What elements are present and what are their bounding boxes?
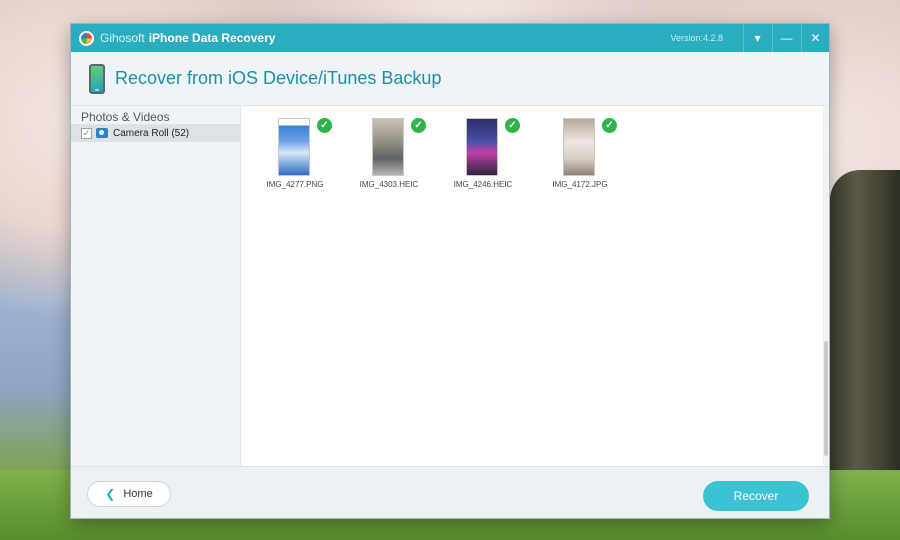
home-button-label: Home (123, 488, 153, 500)
page-header: Recover from iOS Device/iTunes Backup (71, 52, 829, 106)
photo-filename: IMG_4277.PNG (266, 180, 324, 189)
sidebar-item-label: Camera Roll (52) (113, 127, 190, 139)
check-icon[interactable]: ✓ (411, 118, 426, 133)
category-label: Photos & Videos (81, 110, 170, 124)
check-icon[interactable]: ✓ (317, 118, 332, 133)
sidebar-item-camera-roll[interactable]: ✓ Camera Roll (52) (71, 124, 240, 142)
photo-thumbnail[interactable] (372, 118, 404, 176)
scrollbar-thumb[interactable] (824, 341, 828, 456)
home-button[interactable]: ❮ Home (87, 481, 171, 507)
recover-button[interactable]: Recover (703, 481, 809, 511)
footer-bar: ❮ Home Recover (71, 466, 829, 518)
photo-item[interactable]: ✓ IMG_4277.PNG (255, 118, 335, 194)
app-name: iPhone Data Recovery (148, 31, 276, 45)
dropdown-icon: ▾ (754, 31, 761, 45)
photo-item[interactable]: ✓ IMG_4303.HEIC (349, 118, 429, 194)
photo-filename: IMG_4303.HEIC (359, 180, 419, 189)
app-window: Gihosoft iPhone Data Recovery Version:4.… (71, 24, 829, 518)
recover-button-label: Recover (733, 489, 779, 503)
menu-dropdown-button[interactable]: ▾ (743, 24, 771, 52)
minimize-icon: — (780, 31, 793, 45)
app-logo-icon (79, 30, 94, 46)
main-body: Photos & Videos ✓ Camera Roll (52) ✓ IMG… (71, 106, 829, 466)
minimize-button[interactable]: — (772, 24, 800, 52)
photo-thumbnail[interactable] (466, 118, 498, 176)
close-icon: ✕ (810, 31, 821, 45)
page-title: Recover from iOS Device/iTunes Backup (115, 68, 442, 88)
chevron-left-icon: ❮ (105, 487, 116, 501)
phone-icon (89, 63, 105, 94)
photo-filename: IMG_4246.HEIC (453, 180, 513, 189)
desktop-tree-trunk (830, 170, 900, 510)
camera-roll-checkbox[interactable]: ✓ (81, 127, 92, 139)
brand-name: Gihosoft (100, 31, 145, 45)
photo-grid: ✓ IMG_4277.PNG ✓ IMG_4303.HEIC ✓ IMG_424… (241, 106, 829, 466)
check-icon[interactable]: ✓ (505, 118, 520, 133)
vertical-scrollbar[interactable] (823, 106, 829, 466)
close-button[interactable]: ✕ (801, 24, 829, 52)
sidebar: Photos & Videos ✓ Camera Roll (52) (71, 106, 241, 466)
version-label: Version:4.2.8 (670, 33, 723, 43)
photo-thumbnail[interactable] (278, 118, 310, 176)
photo-thumbnail[interactable] (563, 118, 595, 176)
title-bar[interactable]: Gihosoft iPhone Data Recovery Version:4.… (71, 24, 829, 52)
check-icon[interactable]: ✓ (602, 118, 617, 133)
photo-item[interactable]: ✓ IMG_4246.HEIC (443, 118, 523, 194)
photo-filename: IMG_4172.JPG (552, 180, 608, 189)
photo-item[interactable]: ✓ IMG_4172.JPG (540, 118, 620, 194)
album-icon (96, 128, 108, 138)
